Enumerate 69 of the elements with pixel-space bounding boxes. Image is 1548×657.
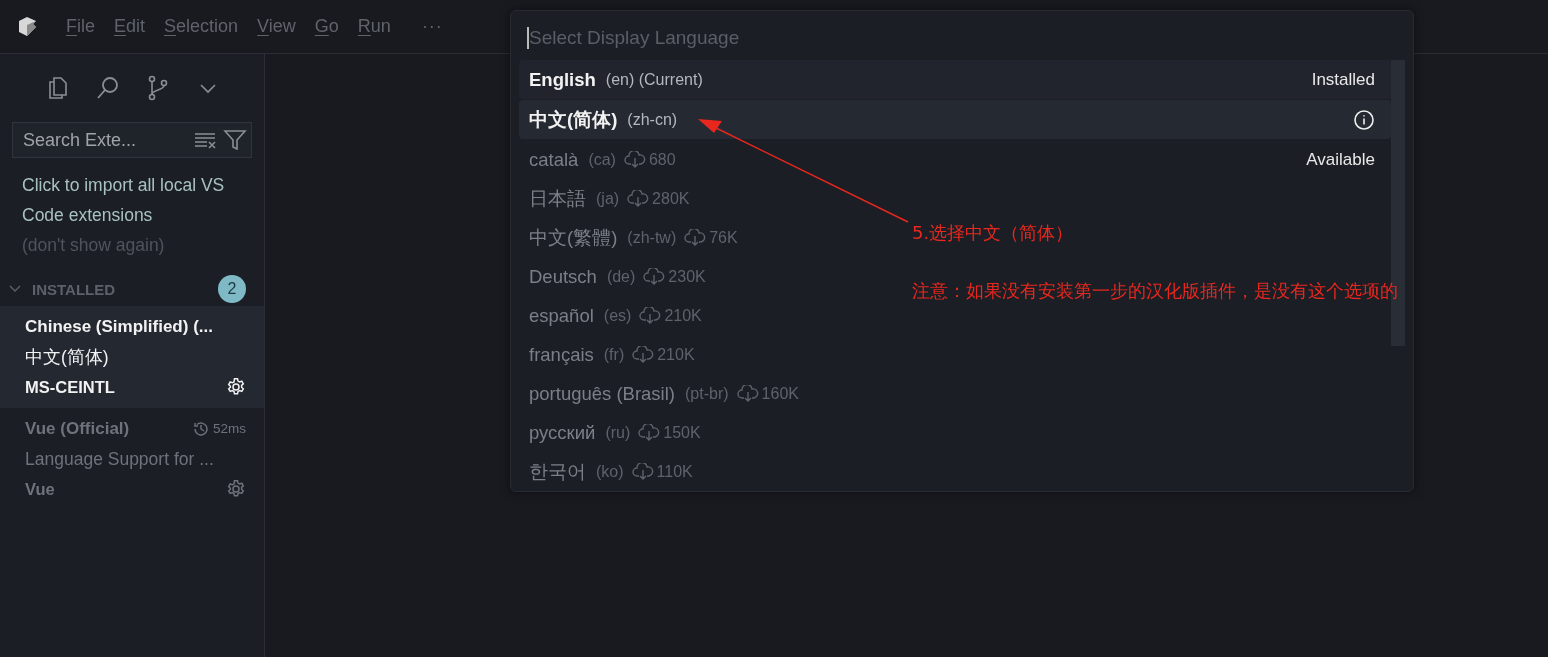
language-option[interactable]: português (Brasil) (pt-br) 160K (519, 374, 823, 413)
annotation-text: 注意：如果没有安装第一步的汉化版插件，是没有这个选项的 (912, 279, 1398, 303)
download-count: 160K (761, 384, 799, 403)
installed-section-header[interactable]: INSTALLED 2 (0, 272, 264, 306)
menu-item[interactable]: Edit (114, 16, 146, 37)
menu-item[interactable]: Selection (164, 16, 239, 37)
download-count: 110K (656, 462, 693, 481)
language-code: (zh-cn) (627, 110, 678, 129)
language-code: (fr) (603, 345, 625, 364)
import-link[interactable]: Click to import all local VS Code extensions (22, 170, 237, 230)
download-count: 210K (657, 345, 695, 364)
extension-item[interactable]: Chinese (Simplified) (... 中文(简体) MS-CEINTL (0, 306, 264, 408)
extension-description: 中文(简体) (25, 346, 110, 369)
language-name: français (529, 343, 594, 366)
language-code: (de) (606, 267, 636, 286)
language-code: (ko) (596, 462, 624, 481)
language-code: (ca) (588, 150, 616, 169)
annotation-text: 5.选择中文（简体） (912, 221, 1074, 245)
menu-item[interactable]: Go (314, 16, 339, 37)
language-name: 日本語 (529, 187, 586, 211)
language-option[interactable]: 한국어 (ko) 110K (519, 452, 717, 491)
download-count: 210K (664, 306, 702, 325)
group-label: Installed (1311, 69, 1375, 90)
language-name: 中文(简体) (529, 108, 618, 132)
language-name: 한국어 (529, 460, 586, 484)
extension-name: Vue (Official) (25, 418, 131, 440)
menu-item[interactable]: Run (357, 16, 391, 37)
more-menu-button[interactable]: ··· (421, 16, 443, 37)
language-search-input[interactable]: Select Display Language (527, 26, 1405, 49)
extension-publisher: Vue (25, 479, 56, 500)
extension-publisher: MS-CEINTL (25, 377, 116, 398)
language-name: Deutsch (529, 265, 597, 288)
activation-time: 52ms (213, 420, 246, 438)
language-code: (ru) (605, 423, 631, 442)
language-option[interactable]: català (ca) 680 Available (519, 140, 1391, 179)
download-count: 76K (709, 228, 738, 247)
language-option[interactable]: Deutsch (de) 230K (519, 257, 730, 296)
language-code: (pt-br) (685, 384, 729, 403)
language-name: English (529, 68, 596, 91)
language-code: (zh-tw) (627, 228, 677, 247)
extension-name: Chinese (Simplified) (... (25, 316, 214, 338)
language-option[interactable]: français (fr) 210K (519, 335, 719, 374)
download-count: 150K (663, 423, 701, 442)
language-name: español (529, 304, 594, 327)
download-count: 230K (668, 267, 706, 286)
menu-item[interactable]: File (66, 16, 95, 37)
extension-item[interactable]: Vue (Official) 52ms Language Support for ... Vue (0, 408, 264, 510)
language-option[interactable]: 中文(简体) (zh-cn) (519, 100, 1391, 139)
language-code: (es) (603, 306, 632, 325)
language-name: português (Brasil) (529, 382, 675, 405)
language-name: 中文(繁體) (529, 226, 618, 250)
download-count: 280K (652, 189, 690, 208)
group-label: Available (1306, 149, 1375, 170)
language-option[interactable]: русский (ru) 150K (519, 413, 725, 452)
extension-description: Language Support for ... (25, 448, 215, 471)
language-option[interactable]: 日本語 (ja) 280K (519, 179, 714, 218)
search-field[interactable]: Search Exte... (12, 122, 252, 158)
language-option[interactable]: español (es) 210K (519, 296, 726, 335)
count-badge: 2 (218, 275, 246, 303)
language-name: русский (529, 421, 596, 444)
language-option[interactable]: English (en) (Current) Installed (519, 60, 1391, 99)
search-input[interactable]: Search Exte... (23, 129, 187, 151)
language-code: (en) (Current) (605, 70, 703, 89)
language-name: català (529, 148, 579, 171)
language-option[interactable]: 中文(繁體) (zh-tw) 76K (519, 218, 762, 257)
menu-item[interactable]: View (257, 16, 296, 37)
download-count: 680 (648, 150, 676, 169)
section-title: INSTALLED (32, 280, 117, 298)
language-code: (ja) (596, 189, 620, 208)
